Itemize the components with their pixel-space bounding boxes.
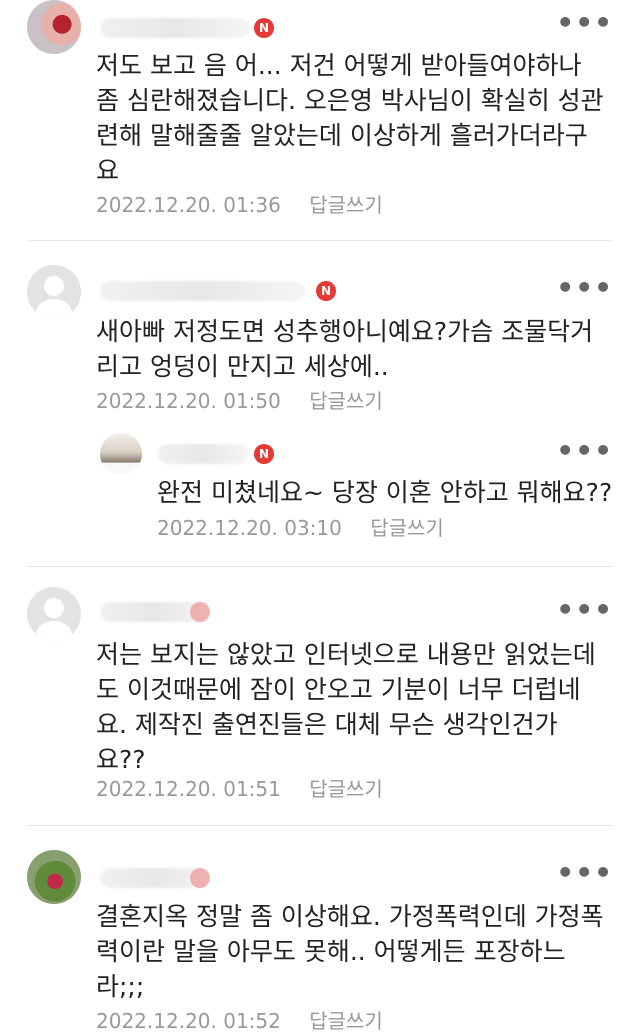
comment-time: 2022.12.20. 01:51 [96,777,281,801]
comment-text: 결혼지옥 정말 좀 이상해요. 가정폭력인데 가정폭 력이란 말을 아무도 못해… [96,902,604,1001]
comment-meta: 2022.12.20. 01:52 답글쓰기 [96,1008,383,1034]
comment-item: ••• 저는 보지는 않았고 인터넷으로 내용만 읽었는데 도 이것때문에 잠이… [0,567,640,825]
comment-meta: 2022.12.20. 03:10 답글쓰기 [157,515,444,541]
reply-button[interactable]: 답글쓰기 [309,1009,383,1033]
comment-item: N ••• 저도 보고 음 어... 저건 어떻게 받아들여야하나 좀 심란해졌… [0,0,640,240]
comment-text: 저는 보지는 않았고 인터넷으로 내용만 읽었는데 도 이것때문에 잠이 안오고… [96,640,596,774]
comment-meta: 2022.12.20. 01:36 답글쓰기 [96,192,383,218]
comment-time: 2022.12.20. 01:52 [96,1009,281,1033]
author-name-blurred[interactable] [100,281,305,301]
new-badge [190,602,210,622]
comment-text: 새아빠 저정도면 성추행아니예요?가슴 조물닥거 리고 엉덩이 만지고 세상에.… [96,317,594,381]
comment-meta: 2022.12.20. 01:51 답글쓰기 [96,776,383,802]
avatar[interactable] [27,850,81,904]
reply-button[interactable]: 답글쓰기 [309,193,383,217]
comment-text: 완전 미쳤네요~ 당장 이혼 안하고 뭐해요?? [157,478,613,507]
new-badge: N [254,18,274,38]
new-badge: N [316,281,336,301]
more-options-icon[interactable]: ••• [556,437,613,465]
comment-text: 저도 보고 음 어... 저건 어떻게 받아들여야하나 좀 심란해졌습니다. 오… [96,51,604,185]
avatar[interactable] [100,433,142,475]
comment-item: ••• 결혼지옥 정말 좀 이상해요. 가정폭력인데 가정폭 력이란 말을 아무… [0,826,640,1034]
avatar[interactable] [27,0,81,54]
comment-time: 2022.12.20. 01:50 [96,389,281,413]
avatar[interactable] [27,587,81,641]
author-name-blurred[interactable] [100,18,250,38]
comment-time: 2022.12.20. 01:36 [96,193,281,217]
avatar[interactable] [27,265,81,319]
comment-item: N ••• 새아빠 저정도면 성추행아니예요?가슴 조물닥거 리고 엉덩이 만지… [0,241,640,421]
more-options-icon[interactable]: ••• [556,859,613,887]
more-options-icon[interactable]: ••• [556,596,613,624]
reply-button[interactable]: 답글쓰기 [309,389,383,413]
new-badge: N [254,444,274,464]
more-options-icon[interactable]: ••• [556,9,613,37]
comment-meta: 2022.12.20. 01:50 답글쓰기 [96,388,383,414]
reply-button[interactable]: 답글쓰기 [370,516,444,540]
comment-time: 2022.12.20. 03:10 [157,516,342,540]
reply-button[interactable]: 답글쓰기 [309,777,383,801]
new-badge [190,868,210,888]
author-name-blurred[interactable] [158,444,248,464]
more-options-icon[interactable]: ••• [556,274,613,302]
reply-item: N ••• 완전 미쳤네요~ 당장 이혼 안하고 뭐해요?? 2022.12.2… [0,421,640,566]
